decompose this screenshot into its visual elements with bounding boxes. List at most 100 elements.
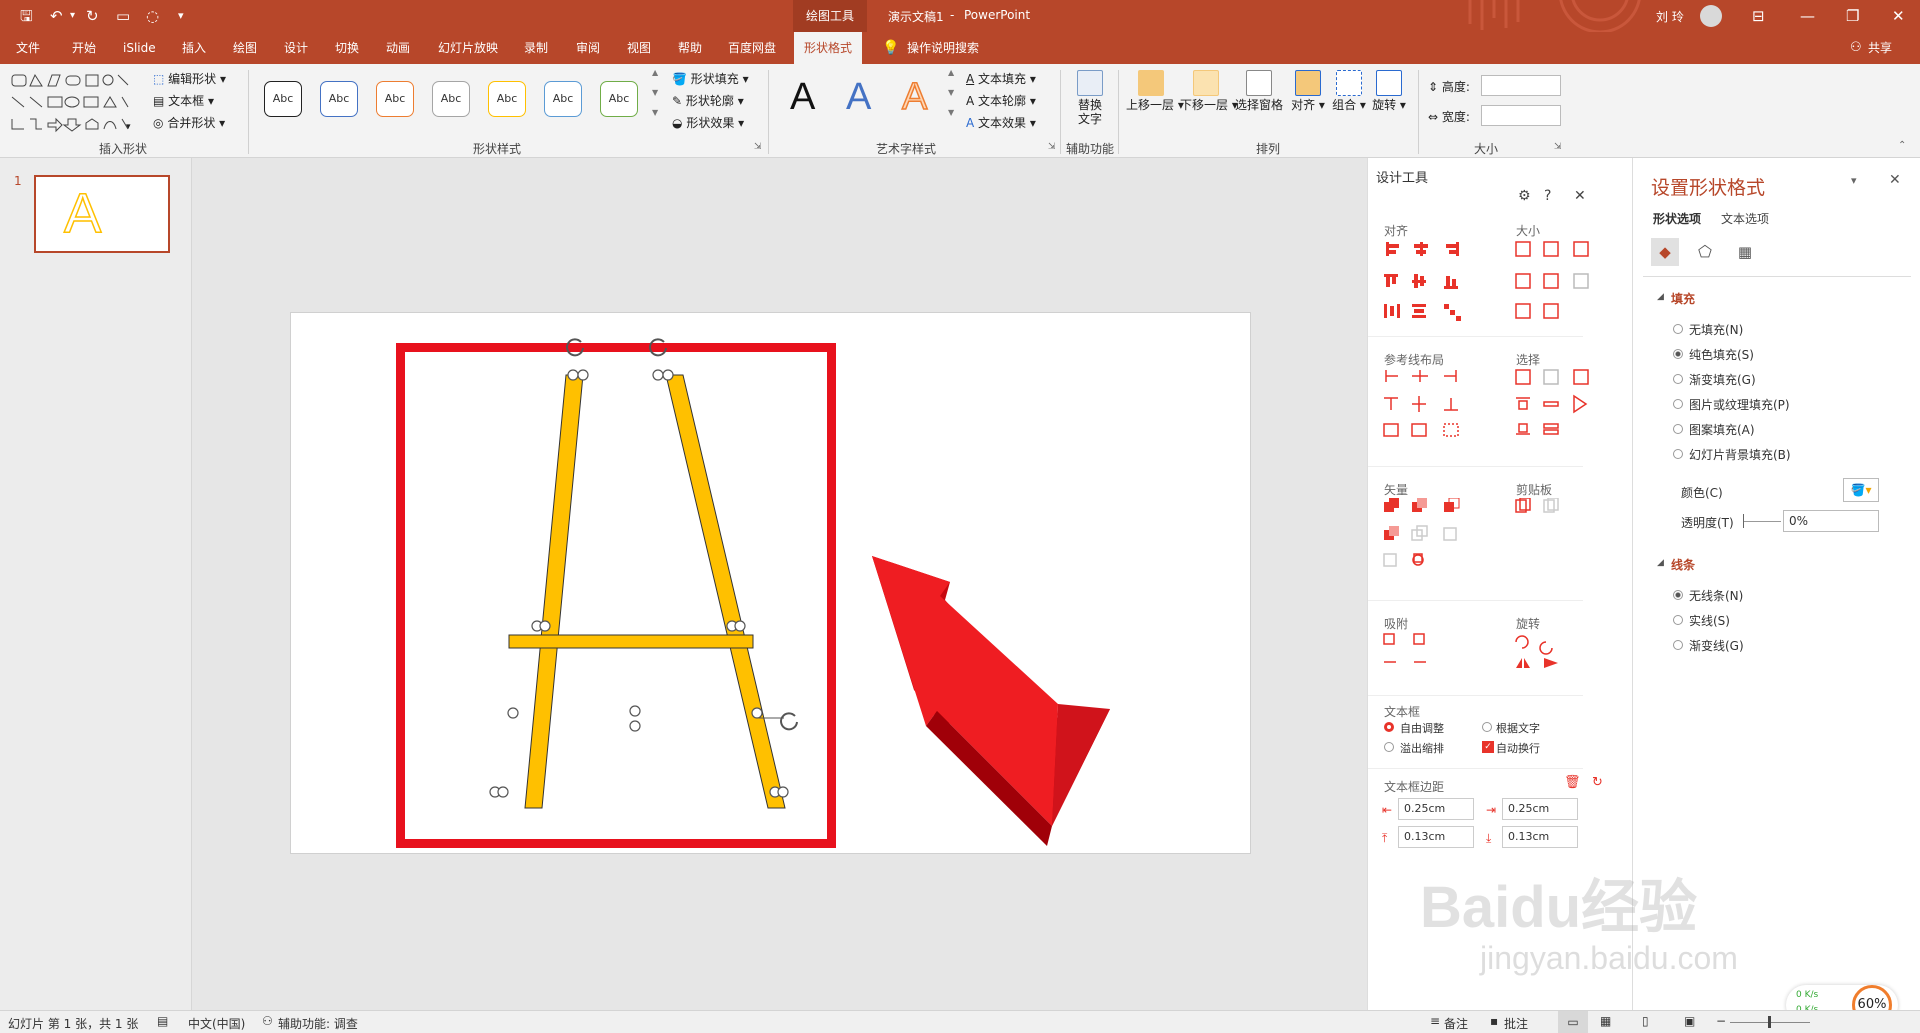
tell-me-search[interactable]: 操作说明搜索 (907, 32, 979, 64)
user-name[interactable]: 刘 玲 (1656, 8, 1684, 25)
margin-right-input[interactable]: 0.25cm (1502, 798, 1578, 820)
tab-record[interactable]: 录制 (524, 32, 548, 64)
shape-style-1[interactable]: Abc (264, 81, 302, 117)
tab-animations[interactable]: 动画 (386, 32, 410, 64)
start-slideshow-icon[interactable]: ▭ (116, 6, 130, 26)
vector-clipboard-tools[interactable] (1368, 498, 1633, 568)
wrap-checkbox[interactable]: ✓ (1482, 741, 1494, 753)
undo-dropdown-icon[interactable]: ▾ (70, 6, 75, 26)
rotate-button[interactable]: 旋转 ▾ (1372, 70, 1406, 112)
delete-icon[interactable]: 🗑 (1564, 775, 1581, 790)
no-fill-radio[interactable] (1673, 324, 1683, 334)
group-button[interactable]: 组合 ▾ (1332, 70, 1366, 112)
auto-fit-radio[interactable] (1384, 722, 1394, 732)
save-icon[interactable]: 🖫 (20, 6, 33, 26)
alt-text-button[interactable]: 替换 文字 (1068, 70, 1112, 126)
comments-button[interactable]: 批注 (1504, 1015, 1528, 1032)
fill-line-icon[interactable]: ◆ (1651, 238, 1679, 266)
gallery-scroll-up-icon[interactable]: ▲ (652, 68, 658, 77)
slideshow-view-icon[interactable]: ▣ (1684, 1014, 1695, 1028)
align-button[interactable]: 对齐 ▾ (1290, 70, 1326, 112)
shape-style-3[interactable]: Abc (376, 81, 414, 117)
width-input[interactable] (1481, 105, 1561, 126)
ribbon-display-icon[interactable]: ⊟ (1752, 6, 1765, 26)
tab-design[interactable]: 设计 (284, 32, 308, 64)
shape-effect-button[interactable]: ◒ 形状效果 ▾ (672, 114, 744, 131)
gallery-scroll-down-icon[interactable]: ▼ (652, 88, 658, 97)
picture-fill-radio[interactable] (1673, 399, 1683, 409)
settings-icon[interactable]: ⚙ (1518, 188, 1531, 204)
accessibility-status[interactable]: 辅助功能: 调查 (278, 1015, 358, 1032)
edit-shape-button[interactable]: ⬚ 编辑形状 ▾ (153, 70, 226, 87)
gradient-line-radio[interactable] (1673, 640, 1683, 650)
undo-icon[interactable]: ↶ (50, 6, 63, 26)
language-indicator[interactable]: 中文(中国) (188, 1015, 245, 1032)
line-collapse-icon[interactable]: ◢ (1657, 558, 1664, 568)
text-fill-button[interactable]: A 文本填充 ▾ (966, 70, 1036, 87)
slide-sorter-icon[interactable]: ▦ (1600, 1014, 1611, 1028)
collapse-ribbon-icon[interactable]: ⌃ (1898, 140, 1906, 151)
shape-style-5[interactable]: Abc (488, 81, 526, 117)
wordart-style-blue[interactable]: A (846, 76, 871, 119)
fill-collapse-icon[interactable]: ◢ (1657, 292, 1664, 302)
shape-style-6[interactable]: Abc (544, 81, 582, 117)
tab-review[interactable]: 审阅 (576, 32, 600, 64)
text-effect-button[interactable]: A 文本效果 ▾ (966, 114, 1036, 131)
tab-shape-format[interactable]: 形状格式 (794, 32, 863, 64)
height-input[interactable] (1481, 75, 1561, 96)
tab-transitions[interactable]: 切换 (335, 32, 359, 64)
margin-left-input[interactable]: 0.25cm (1398, 798, 1474, 820)
transparency-input[interactable]: 0% (1783, 510, 1879, 532)
accessibility-icon[interactable]: ⚇ (262, 1014, 273, 1028)
solid-line-radio[interactable] (1673, 615, 1683, 625)
wordart-style-black[interactable]: A (790, 76, 815, 119)
tab-islide[interactable]: iSlide (123, 32, 156, 64)
slide-thumbnail[interactable]: A (34, 175, 170, 253)
selection-pane-button[interactable]: 选择窗格 (1234, 70, 1284, 112)
gradient-fill-radio[interactable] (1673, 374, 1683, 384)
zoom-slider-thumb[interactable] (1768, 1016, 1771, 1028)
wordart-more-icon[interactable]: ▼ (948, 108, 954, 117)
notes-icon[interactable]: ≡ (1430, 1014, 1440, 1028)
align-size-tools[interactable] (1368, 238, 1633, 333)
comments-icon[interactable]: ▪ (1490, 1014, 1498, 1028)
close-icon[interactable]: ✕ (1892, 6, 1905, 26)
redo-icon[interactable]: ↻ (86, 6, 99, 26)
reading-view-icon[interactable]: ▯ (1642, 1014, 1649, 1028)
snap-rotate-tools[interactable] (1368, 632, 1633, 682)
fill-header[interactable]: 填充 (1671, 290, 1695, 307)
margin-bottom-input[interactable]: 0.13cm (1502, 826, 1578, 848)
overflow-radio[interactable] (1384, 742, 1394, 752)
size-launcher-icon[interactable]: ⇲ (1554, 142, 1562, 152)
minimize-icon[interactable]: — (1800, 6, 1815, 26)
shapes-more-icon[interactable]: ▾ (126, 122, 131, 132)
solid-fill-radio[interactable] (1673, 349, 1683, 359)
text-outline-button[interactable]: A 文本轮廓 ▾ (966, 92, 1036, 109)
guides-select-tools[interactable] (1368, 368, 1633, 458)
share-icon[interactable]: ⚇ (1850, 32, 1862, 64)
color-picker-button[interactable]: 🪣▾ (1843, 478, 1879, 502)
size-properties-icon[interactable]: ▦ (1731, 238, 1759, 266)
shape-style-7[interactable]: Abc (600, 81, 638, 117)
help-icon[interactable]: ? (1544, 188, 1551, 204)
transparency-slider[interactable] (1743, 521, 1781, 522)
shapes-gallery[interactable] (10, 71, 145, 137)
wordart-scroll-up-icon[interactable]: ▲ (948, 68, 954, 77)
shape-fill-button[interactable]: 🪣 形状填充 ▾ (672, 70, 749, 87)
avatar[interactable] (1700, 5, 1722, 27)
pattern-fill-radio[interactable] (1673, 424, 1683, 434)
tab-home[interactable]: 开始 (72, 32, 96, 64)
wordart-launcher-icon[interactable]: ⇲ (1048, 142, 1056, 152)
tab-help[interactable]: 帮助 (678, 32, 702, 64)
refresh-icon[interactable]: ↻ (1592, 775, 1603, 790)
spell-check-icon[interactable]: ▤ (157, 1014, 168, 1028)
close-format-pane-icon[interactable]: ✕ (1889, 172, 1901, 188)
tab-draw[interactable]: 绘图 (233, 32, 257, 64)
merge-shapes-button[interactable]: ◎ 合并形状 ▾ (153, 114, 225, 131)
textbox-button[interactable]: ▤ 文本框 ▾ (153, 92, 214, 109)
line-header[interactable]: 线条 (1671, 556, 1695, 573)
restore-icon[interactable]: ❐ (1846, 6, 1859, 26)
shape-outline-button[interactable]: ✎ 形状轮廓 ▾ (672, 92, 744, 109)
gallery-more-icon[interactable]: ▼ (652, 108, 658, 117)
tab-view[interactable]: 视图 (627, 32, 651, 64)
